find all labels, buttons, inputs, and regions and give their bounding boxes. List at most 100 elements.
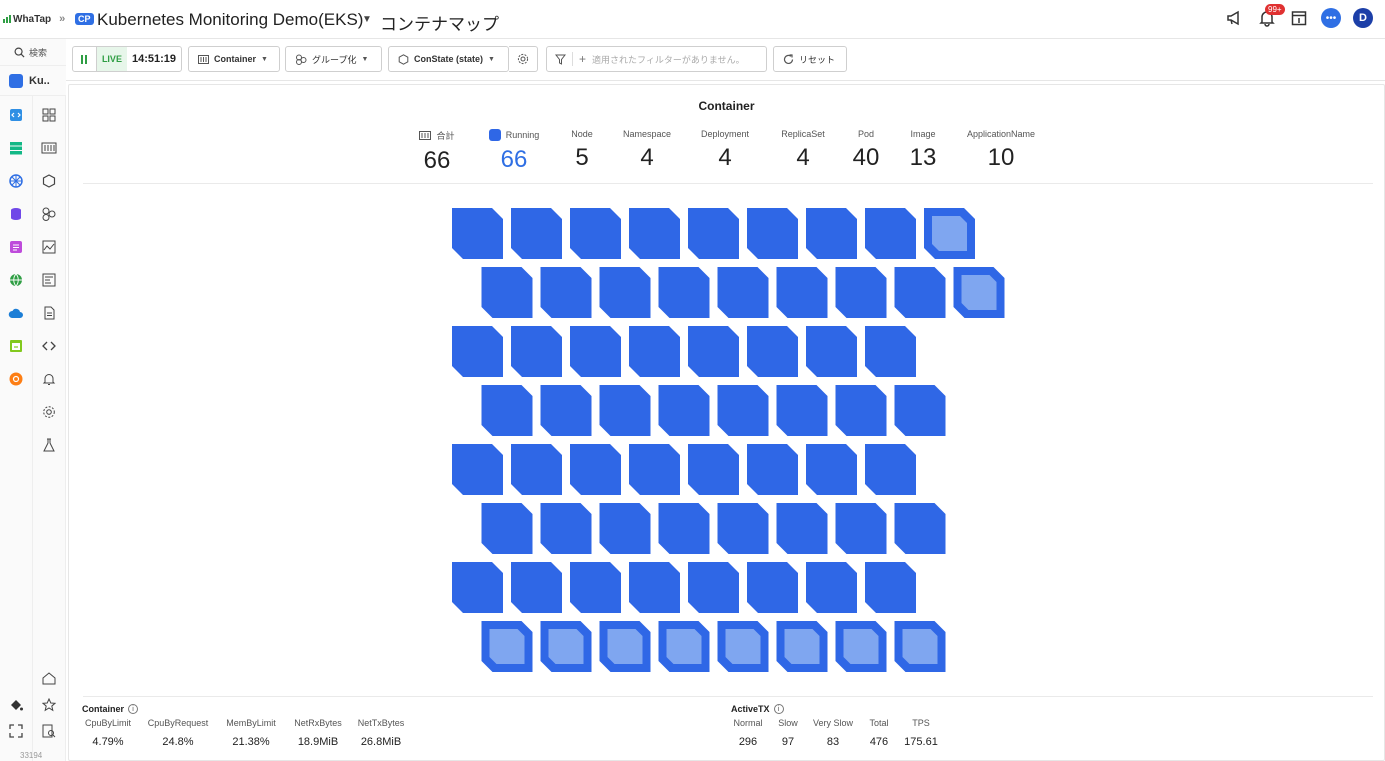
container-tile[interactable] (570, 326, 621, 377)
container-tile[interactable] (865, 326, 916, 377)
container-tile[interactable] (894, 267, 946, 318)
container-tile[interactable] (865, 562, 916, 613)
container-tile[interactable] (452, 208, 503, 259)
search-report-icon[interactable] (41, 723, 57, 739)
container-tile[interactable] (570, 208, 621, 259)
container-tile[interactable] (452, 562, 503, 613)
hexagon-icon[interactable] (41, 173, 57, 189)
container-tile[interactable] (747, 208, 798, 259)
calendar-icon[interactable] (1289, 8, 1309, 28)
container-tile[interactable] (629, 444, 680, 495)
sidebar-project[interactable]: Ku.. (0, 66, 66, 96)
container-tile[interactable] (511, 208, 562, 259)
container-tile[interactable] (452, 326, 503, 377)
container-tile[interactable] (658, 267, 710, 318)
container-tile[interactable] (570, 444, 621, 495)
info-icon[interactable]: i (128, 704, 139, 714)
kubernetes-icon[interactable] (8, 173, 24, 189)
notification-bell-icon[interactable]: 99+ (1257, 4, 1285, 28)
container-map-icon[interactable] (41, 140, 57, 156)
code-icon[interactable] (41, 338, 57, 354)
group-select[interactable]: グループ化 ▼ (285, 46, 382, 72)
container-tile[interactable] (511, 562, 562, 613)
container-tile[interactable] (806, 208, 857, 259)
container-tile[interactable] (599, 385, 651, 436)
container-tile[interactable] (806, 562, 857, 613)
pause-icon[interactable] (73, 54, 96, 64)
container-tile[interactable] (835, 267, 887, 318)
server-icon[interactable] (8, 140, 24, 156)
container-tile[interactable] (717, 503, 769, 554)
container-tile[interactable] (747, 444, 798, 495)
container-tile[interactable] (776, 267, 828, 318)
container-tile[interactable] (452, 444, 503, 495)
container-tile[interactable] (688, 444, 739, 495)
container-tile[interactable] (865, 444, 916, 495)
container-tile[interactable] (688, 562, 739, 613)
container-tile[interactable] (629, 562, 680, 613)
container-tile[interactable] (688, 326, 739, 377)
container-tile[interactable] (629, 208, 680, 259)
type-select[interactable]: Container ▼ (188, 46, 280, 72)
container-tile[interactable] (658, 503, 710, 554)
container-tile[interactable] (806, 326, 857, 377)
report-icon[interactable] (41, 272, 57, 288)
container-tile[interactable] (894, 385, 946, 436)
user-avatar[interactable]: D (1353, 8, 1373, 28)
whatap-logo[interactable]: WhaTap » (3, 13, 65, 25)
container-tile[interactable] (481, 503, 533, 554)
container-tile[interactable] (835, 503, 887, 554)
info-icon[interactable]: i (773, 704, 784, 714)
container-tile[interactable] (540, 267, 592, 318)
project-title[interactable]: Kubernetes Monitoring Demo(EKS) (97, 10, 363, 30)
state-select[interactable]: ConState (state) ▼ (388, 46, 509, 72)
expand-sidebar-icon[interactable]: » (59, 13, 65, 25)
settings-gear-icon[interactable] (41, 404, 57, 420)
container-tile[interactable] (540, 385, 592, 436)
container-tile[interactable] (835, 385, 887, 436)
container-tile[interactable] (747, 326, 798, 377)
container-tile[interactable] (481, 267, 533, 318)
container-tile[interactable] (717, 267, 769, 318)
container-tile[interactable] (894, 503, 946, 554)
paint-bucket-icon[interactable] (8, 697, 24, 713)
sidebar-search[interactable]: 検索 (0, 39, 66, 66)
fullscreen-icon[interactable] (8, 723, 24, 739)
container-tile[interactable] (806, 444, 857, 495)
chat-icon[interactable]: ••• (1321, 8, 1341, 28)
project-dropdown-icon[interactable]: ▼ (362, 14, 372, 25)
home-icon[interactable] (41, 670, 57, 686)
container-tile[interactable] (570, 562, 621, 613)
database-icon[interactable] (8, 206, 24, 222)
state-settings-button[interactable] (509, 46, 538, 72)
reset-button[interactable]: リセット (773, 46, 847, 72)
dashboard-app-icon[interactable] (8, 338, 24, 354)
container-tile[interactable] (629, 326, 680, 377)
container-tile[interactable] (511, 326, 562, 377)
flask-icon[interactable] (41, 437, 57, 453)
container-tile[interactable] (599, 267, 651, 318)
container-tile[interactable] (511, 444, 562, 495)
log-icon[interactable] (8, 239, 24, 255)
alert-bell-icon[interactable] (41, 371, 57, 387)
container-tile[interactable] (688, 208, 739, 259)
container-tile[interactable] (865, 208, 916, 259)
announcement-icon[interactable] (1225, 8, 1245, 28)
container-tile[interactable] (717, 385, 769, 436)
container-tile[interactable] (776, 503, 828, 554)
add-filter-icon[interactable]: + (579, 52, 586, 66)
chart-image-icon[interactable] (41, 239, 57, 255)
container-tile[interactable] (658, 385, 710, 436)
container-tile[interactable] (776, 385, 828, 436)
star-icon[interactable] (41, 697, 57, 713)
integration-icon[interactable] (8, 371, 24, 387)
container-tile[interactable] (747, 562, 798, 613)
container-tile[interactable] (481, 385, 533, 436)
cloud-icon[interactable] (8, 305, 24, 321)
globe-icon[interactable] (8, 272, 24, 288)
container-tile[interactable] (540, 503, 592, 554)
cluster-icon[interactable] (41, 206, 57, 222)
live-control[interactable]: LIVE 14:51:19 (72, 46, 182, 72)
container-tile[interactable] (599, 503, 651, 554)
filter-input[interactable]: + 適用されたフィルターがありません。 (546, 46, 767, 72)
